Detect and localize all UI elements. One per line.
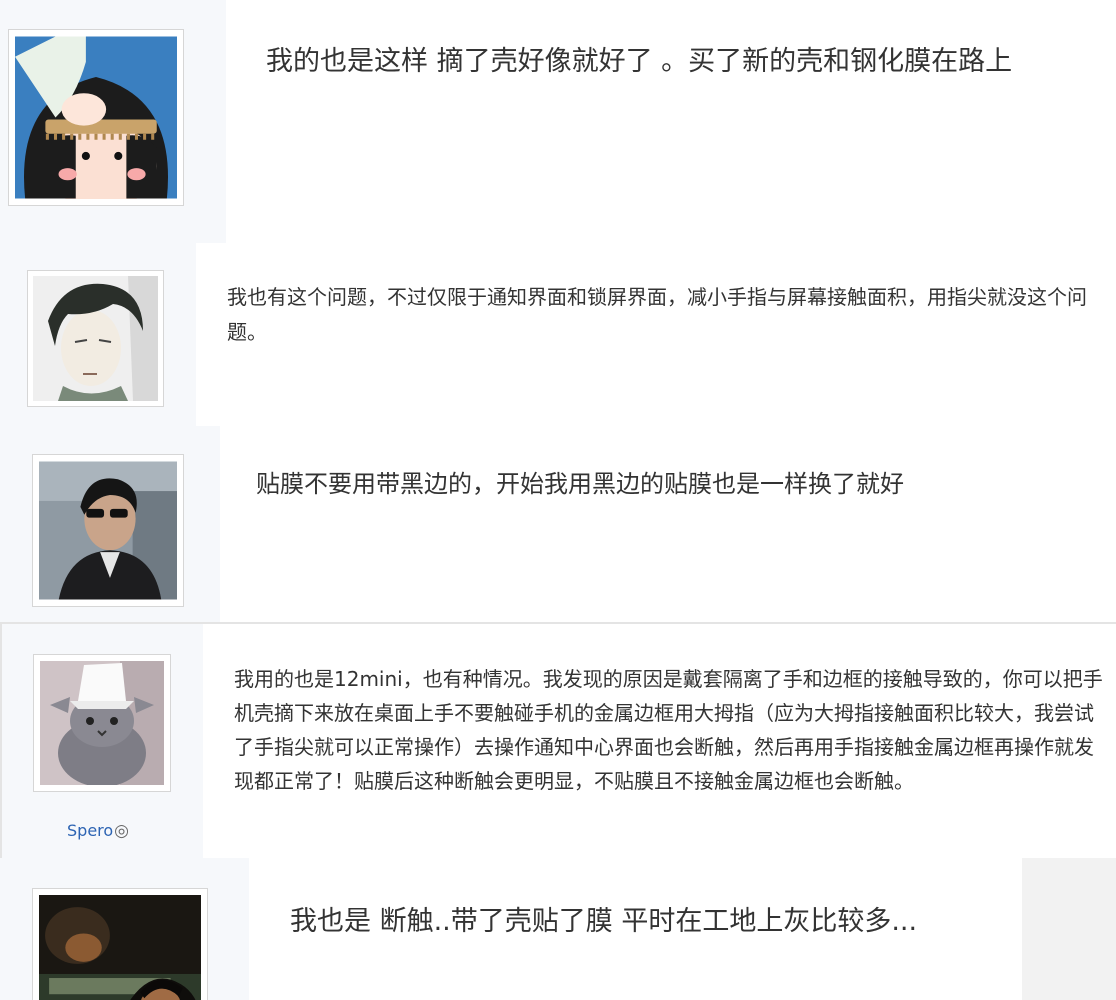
avatar[interactable] xyxy=(32,454,184,607)
reply-text: 贴膜不要用带黑边的，开始我用黑边的贴膜也是一样换了就好 xyxy=(256,470,904,498)
avatar-anime-man-image xyxy=(33,276,158,401)
avatar[interactable] xyxy=(32,888,208,1000)
avatar[interactable] xyxy=(8,29,184,206)
reply-text: 我也是 断触..带了壳贴了膜 平时在工地上灰比较多... xyxy=(290,906,918,937)
side-panel xyxy=(1022,858,1116,1000)
avatar-man-sunglasses-image xyxy=(39,461,177,600)
reply-thread: 我的也是这样 摘了壳好像就好了 。买了新的壳和钢化膜在路上 我也有这个问题，不过… xyxy=(0,0,1116,1000)
avatar[interactable] xyxy=(27,270,164,407)
reply-body xyxy=(226,0,1116,243)
avatar[interactable] xyxy=(33,654,171,792)
avatar-cat-image xyxy=(40,661,164,785)
reply-post: 我的也是这样 摘了壳好像就好了 。买了新的壳和钢化膜在路上 xyxy=(0,0,1116,243)
divider xyxy=(0,624,2,858)
reply-post: Spero◎ 我用的也是12mini，也有种情况。我发现的原因是戴套隔离了手和边… xyxy=(0,624,1116,858)
username-link[interactable]: Spero◎ xyxy=(67,821,129,841)
avatar-dark-photo-image xyxy=(39,895,201,1000)
username-label: Spero xyxy=(67,821,114,840)
reply-text: 我用的也是12mini，也有种情况。我发现的原因是戴套隔离了手和边框的接触导致的… xyxy=(234,667,1103,793)
reply-post: 我也是 断触..带了壳贴了膜 平时在工地上灰比较多... xyxy=(0,858,1116,1000)
reply-text: 我的也是这样 摘了壳好像就好了 。买了新的壳和钢化膜在路上 xyxy=(266,46,1013,77)
reply-post: 我也有这个问题，不过仅限于通知界面和锁屏界面，减小手指与屏幕接触面积，用指尖就没… xyxy=(0,243,1116,426)
reply-text: 我也有这个问题，不过仅限于通知界面和锁屏界面，减小手指与屏幕接触面积，用指尖就没… xyxy=(227,285,1087,344)
avatar-girl-comb-image xyxy=(15,36,177,199)
reply-post: 贴膜不要用带黑边的，开始我用黑边的贴膜也是一样换了就好 xyxy=(0,426,1116,622)
member-badge-icon: ◎ xyxy=(114,821,130,841)
reply-body xyxy=(220,426,1116,622)
